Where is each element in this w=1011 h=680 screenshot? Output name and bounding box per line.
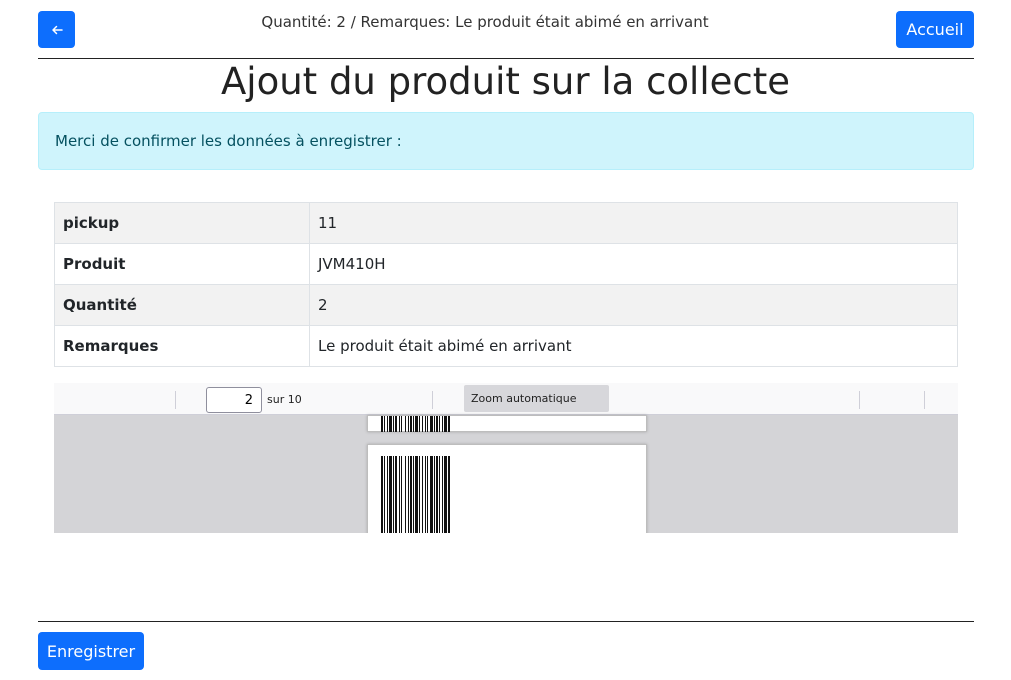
pdf-page	[367, 415, 647, 432]
row-key: Produit	[54, 243, 310, 285]
row-value: Le produit était abimé en arrivant	[309, 325, 958, 367]
pdf-viewer[interactable]: sur 10 Zoom automatique	[54, 383, 958, 533]
arrow-left-icon	[51, 25, 63, 34]
row-key: Remarques	[54, 325, 310, 367]
row-value: 11	[309, 202, 958, 244]
table-row: Remarques Le produit était abimé en arri…	[54, 325, 958, 367]
page-number-input[interactable]	[206, 387, 262, 413]
toolbar-separator	[859, 391, 860, 409]
page-count: sur 10	[267, 393, 302, 406]
row-value: 2	[309, 284, 958, 326]
barcode-image	[381, 416, 450, 432]
barcode-image	[381, 456, 450, 533]
data-table: pickup 11 Produit JVM410H Quantité 2 Rem…	[54, 202, 958, 367]
page-title: Ajout du produit sur la collecte	[221, 60, 790, 103]
table-row: Quantité 2	[54, 284, 958, 326]
toolbar-separator	[924, 391, 925, 409]
save-button[interactable]: Enregistrer	[38, 632, 144, 670]
row-key: pickup	[54, 202, 310, 244]
back-button[interactable]	[38, 11, 75, 48]
pdf-page	[367, 444, 647, 533]
divider-bottom	[38, 621, 974, 622]
header-info: Quantité: 2 / Remarques: Le produit étai…	[261, 13, 709, 31]
row-key: Quantité	[54, 284, 310, 326]
pdf-toolbar: sur 10 Zoom automatique	[54, 383, 958, 415]
toolbar-separator	[432, 391, 433, 409]
zoom-select[interactable]: Zoom automatique	[464, 385, 609, 412]
info-alert: Merci de confirmer les données à enregis…	[38, 112, 974, 170]
divider-top	[38, 58, 974, 59]
table-row: Produit JVM410H	[54, 243, 958, 285]
toolbar-separator	[175, 391, 176, 409]
home-button[interactable]: Accueil	[896, 11, 974, 48]
table-row: pickup 11	[54, 202, 958, 244]
row-value: JVM410H	[309, 243, 958, 285]
